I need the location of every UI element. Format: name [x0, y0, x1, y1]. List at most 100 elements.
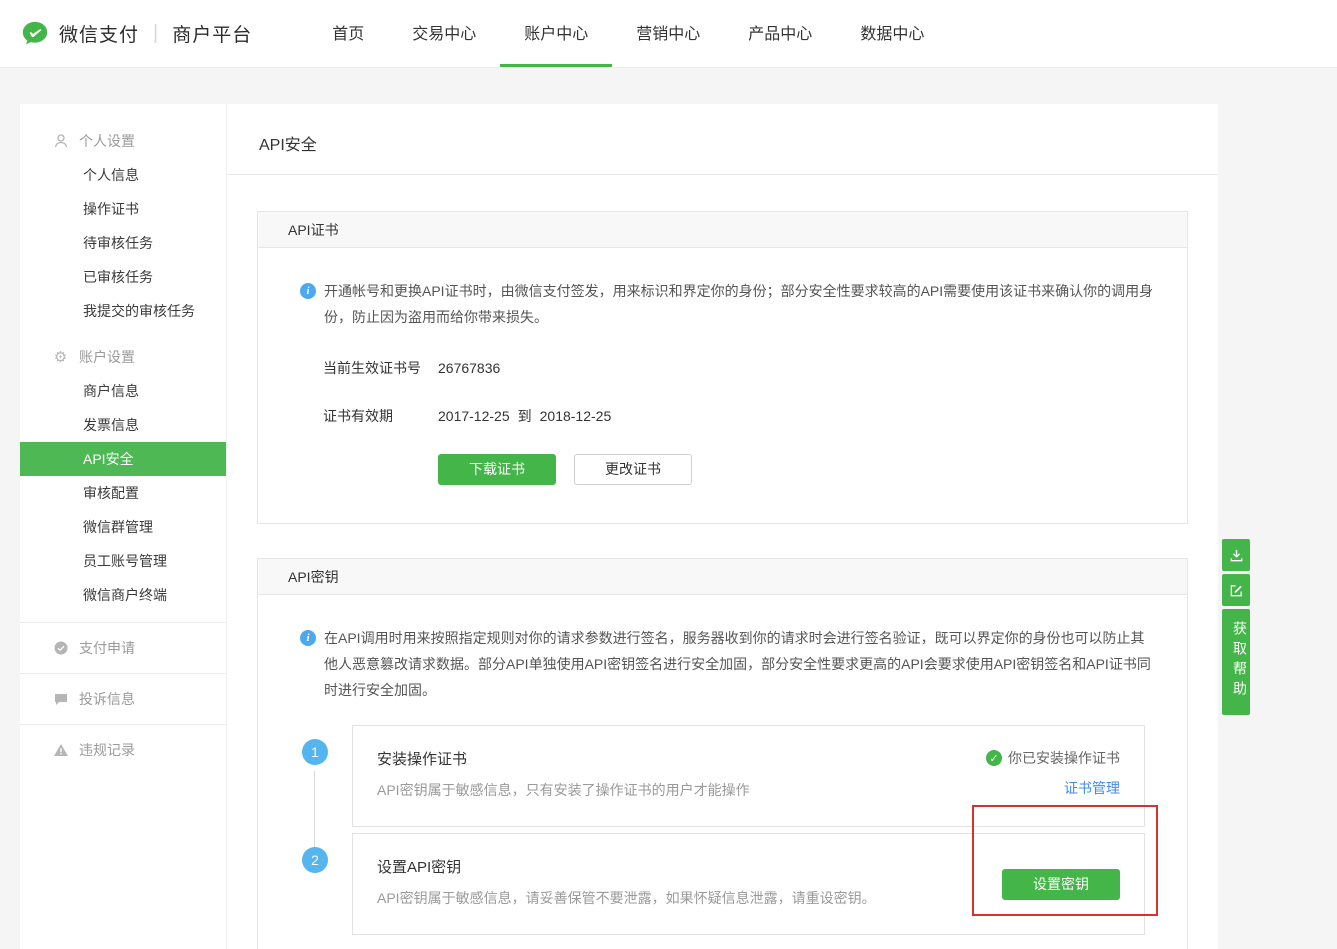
step1-number-badge: 1	[302, 739, 328, 765]
step1-main: 安装操作证书 API密钥属于敏感信息，只有安装了操作证书的用户才能操作	[377, 748, 750, 804]
step2-desc: API密钥属于敏感信息，请妥善保管不要泄露，如果怀疑信息泄露，请重设密钥。	[377, 888, 876, 908]
sidebar-group-violation[interactable]: 违规记录	[20, 724, 226, 775]
sidebar-group-label: 支付申请	[79, 638, 135, 658]
sidebar-group-complaint[interactable]: 投诉信息	[20, 673, 226, 724]
sidebar-item-wechat-merchant-terminal[interactable]: 微信商户终端	[20, 578, 226, 612]
sidebar-group-label: 投诉信息	[79, 689, 135, 709]
sidebar-item-personal-info[interactable]: 个人信息	[20, 158, 226, 192]
step-install-cert: 1 安装操作证书 API密钥属于敏感信息，只有安装了操作证书的用户才能操作 ✓	[288, 725, 1157, 827]
nav-home[interactable]: 首页	[308, 0, 388, 67]
sidebar-item-wechat-group-mgmt[interactable]: 微信群管理	[20, 510, 226, 544]
check-icon: ✓	[986, 750, 1002, 766]
nav-transaction-center[interactable]: 交易中心	[388, 0, 500, 67]
step2-title: 设置API密钥	[377, 856, 876, 877]
sidebar-group-payment[interactable]: 支付申请	[20, 622, 226, 673]
speech-bubble-icon	[52, 691, 69, 708]
sidebar-group-account-title: ⚙ 账户设置	[20, 340, 226, 374]
step1-desc: API密钥属于敏感信息，只有安装了操作证书的用户才能操作	[377, 780, 750, 800]
page-title-bar: API安全	[227, 104, 1218, 175]
cert-buttons-row: 下载证书 更改证书	[288, 454, 1157, 485]
cert-info-text: 开通帐号和更换API证书时，由微信支付签发，用来标识和界定你的身份；部分安全性要…	[324, 278, 1157, 330]
api-key-section-header: API密钥	[258, 559, 1187, 595]
change-cert-button[interactable]: 更改证书	[574, 454, 692, 485]
nav-product-center[interactable]: 产品中心	[724, 0, 836, 67]
step1-title: 安装操作证书	[377, 748, 750, 769]
cert-info-row: i 开通帐号和更换API证书时，由微信支付签发，用来标识和界定你的身份；部分安全…	[288, 278, 1157, 330]
sidebar-item-my-submitted-tasks[interactable]: 我提交的审核任务	[20, 294, 226, 328]
download-icon	[1229, 548, 1244, 563]
step1-status-line: ✓ 你已安装操作证书	[986, 748, 1120, 768]
step2-number-badge: 2	[302, 847, 328, 873]
sidebar-item-invoice-info[interactable]: 发票信息	[20, 408, 226, 442]
wechat-pay-logo-icon	[20, 19, 50, 49]
apikey-info-row: i 在API调用时用来按照指定规则对你的请求参数进行签名，服务器收到你的请求时会…	[288, 625, 1157, 703]
gear-icon: ⚙	[52, 349, 69, 366]
sidebar-group-violation-title[interactable]: 违规记录	[20, 733, 226, 767]
sidebar-group-label: 个人设置	[79, 131, 135, 151]
cert-validity-row: 证书有效期 2017-12-25 到 2018-12-25	[288, 406, 1157, 426]
brand[interactable]: 微信支付 | 商户平台	[20, 0, 252, 67]
cert-validity-joiner: 到	[518, 406, 532, 426]
step-set-api-key: 2 设置API密钥 API密钥属于敏感信息，请妥善保管不要泄露，如果怀疑信息泄露…	[288, 833, 1157, 935]
sidebar-item-pending-tasks[interactable]: 待审核任务	[20, 226, 226, 260]
sidebar-item-operation-cert[interactable]: 操作证书	[20, 192, 226, 226]
sidebar-group-account: ⚙ 账户设置 商户信息 发票信息 API安全 审核配置 微信群管理 员工账号管理…	[20, 340, 226, 612]
sidebar-item-reviewed-tasks[interactable]: 已审核任务	[20, 260, 226, 294]
cert-validity-end: 2018-12-25	[540, 408, 612, 424]
sidebar: 个人设置 个人信息 操作证书 待审核任务 已审核任务 我提交的审核任务 ⚙ 账户…	[20, 104, 227, 949]
cert-management-link[interactable]: 证书管理	[1064, 778, 1120, 798]
sidebar-group-label: 账户设置	[79, 347, 135, 367]
cert-validity-start: 2017-12-25	[438, 408, 510, 424]
sidebar-group-payment-title[interactable]: 支付申请	[20, 631, 226, 665]
cert-validity-label: 证书有效期	[323, 406, 438, 426]
step1-marker-col: 1	[302, 725, 328, 827]
info-icon: i	[300, 283, 316, 299]
feedback-float-button[interactable]	[1222, 574, 1250, 606]
warning-icon	[52, 742, 69, 759]
api-cert-section: API证书 i 开通帐号和更换API证书时，由微信支付签发，用来标识和界定你的身…	[257, 211, 1188, 524]
main-layout: 个人设置 个人信息 操作证书 待审核任务 已审核任务 我提交的审核任务 ⚙ 账户…	[0, 68, 1337, 949]
sidebar-item-api-security[interactable]: API安全	[20, 442, 226, 476]
user-icon	[52, 133, 69, 150]
step2-action-area: 设置密钥	[1002, 856, 1120, 912]
step2-main: 设置API密钥 API密钥属于敏感信息，请妥善保管不要泄露，如果怀疑信息泄露，请…	[377, 856, 876, 912]
download-float-button[interactable]	[1222, 539, 1250, 571]
set-api-key-button[interactable]: 设置密钥	[1002, 869, 1120, 900]
sidebar-item-review-config[interactable]: 审核配置	[20, 476, 226, 510]
step2-marker-col: 2	[302, 833, 328, 935]
cert-number-value: 26767836	[438, 360, 500, 376]
get-help-button[interactable]: 获取帮助	[1222, 609, 1250, 715]
api-cert-section-body: i 开通帐号和更换API证书时，由微信支付签发，用来标识和界定你的身份；部分安全…	[258, 248, 1187, 523]
page: 微信支付 | 商户平台 首页 交易中心 账户中心 营销中心 产品中心 数据中心 …	[0, 0, 1337, 949]
step1-status-text: 你已安装操作证书	[1008, 748, 1120, 768]
step1-card: 安装操作证书 API密钥属于敏感信息，只有安装了操作证书的用户才能操作 ✓ 你已…	[352, 725, 1145, 827]
top-nav: 首页 交易中心 账户中心 营销中心 产品中心 数据中心	[308, 0, 948, 67]
cert-number-label: 当前生效证书号	[323, 358, 438, 378]
step2-card: 设置API密钥 API密钥属于敏感信息，请妥善保管不要泄露，如果怀疑信息泄露，请…	[352, 833, 1145, 935]
sidebar-group-label: 违规记录	[79, 740, 135, 760]
nav-account-center[interactable]: 账户中心	[500, 0, 612, 67]
sidebar-group-personal: 个人设置 个人信息 操作证书 待审核任务 已审核任务 我提交的审核任务	[20, 124, 226, 328]
top-header: 微信支付 | 商户平台 首页 交易中心 账户中心 营销中心 产品中心 数据中心	[0, 0, 1337, 68]
apikey-steps: 1 安装操作证书 API密钥属于敏感信息，只有安装了操作证书的用户才能操作 ✓	[288, 725, 1157, 935]
brand-separator: |	[153, 22, 158, 45]
info-icon: i	[300, 630, 316, 646]
api-key-section-body: i 在API调用时用来按照指定规则对你的请求参数进行签名，服务器收到你的请求时会…	[258, 595, 1187, 949]
sidebar-group-complaint-title[interactable]: 投诉信息	[20, 682, 226, 716]
nav-data-center[interactable]: 数据中心	[836, 0, 948, 67]
page-title: API安全	[259, 131, 1186, 155]
download-cert-button[interactable]: 下载证书	[438, 454, 556, 485]
brand-subtitle: 商户平台	[172, 20, 252, 47]
step1-status-area: ✓ 你已安装操作证书 证书管理	[986, 748, 1120, 804]
edit-icon	[1229, 583, 1244, 598]
floating-helper-bar: 获取帮助	[1222, 539, 1250, 715]
api-cert-section-header: API证书	[258, 212, 1187, 248]
sidebar-item-merchant-info[interactable]: 商户信息	[20, 374, 226, 408]
brand-name: 微信支付	[59, 20, 139, 47]
cert-number-row: 当前生效证书号 26767836	[288, 358, 1157, 378]
api-key-section: API密钥 i 在API调用时用来按照指定规则对你的请求参数进行签名，服务器收到…	[257, 558, 1188, 949]
content-panel: API安全 API证书 i 开通帐号和更换API证书时，由微信支付签发，用来标识…	[227, 104, 1218, 949]
payment-icon	[52, 640, 69, 657]
nav-marketing-center[interactable]: 营销中心	[612, 0, 724, 67]
sidebar-item-staff-account-mgmt[interactable]: 员工账号管理	[20, 544, 226, 578]
